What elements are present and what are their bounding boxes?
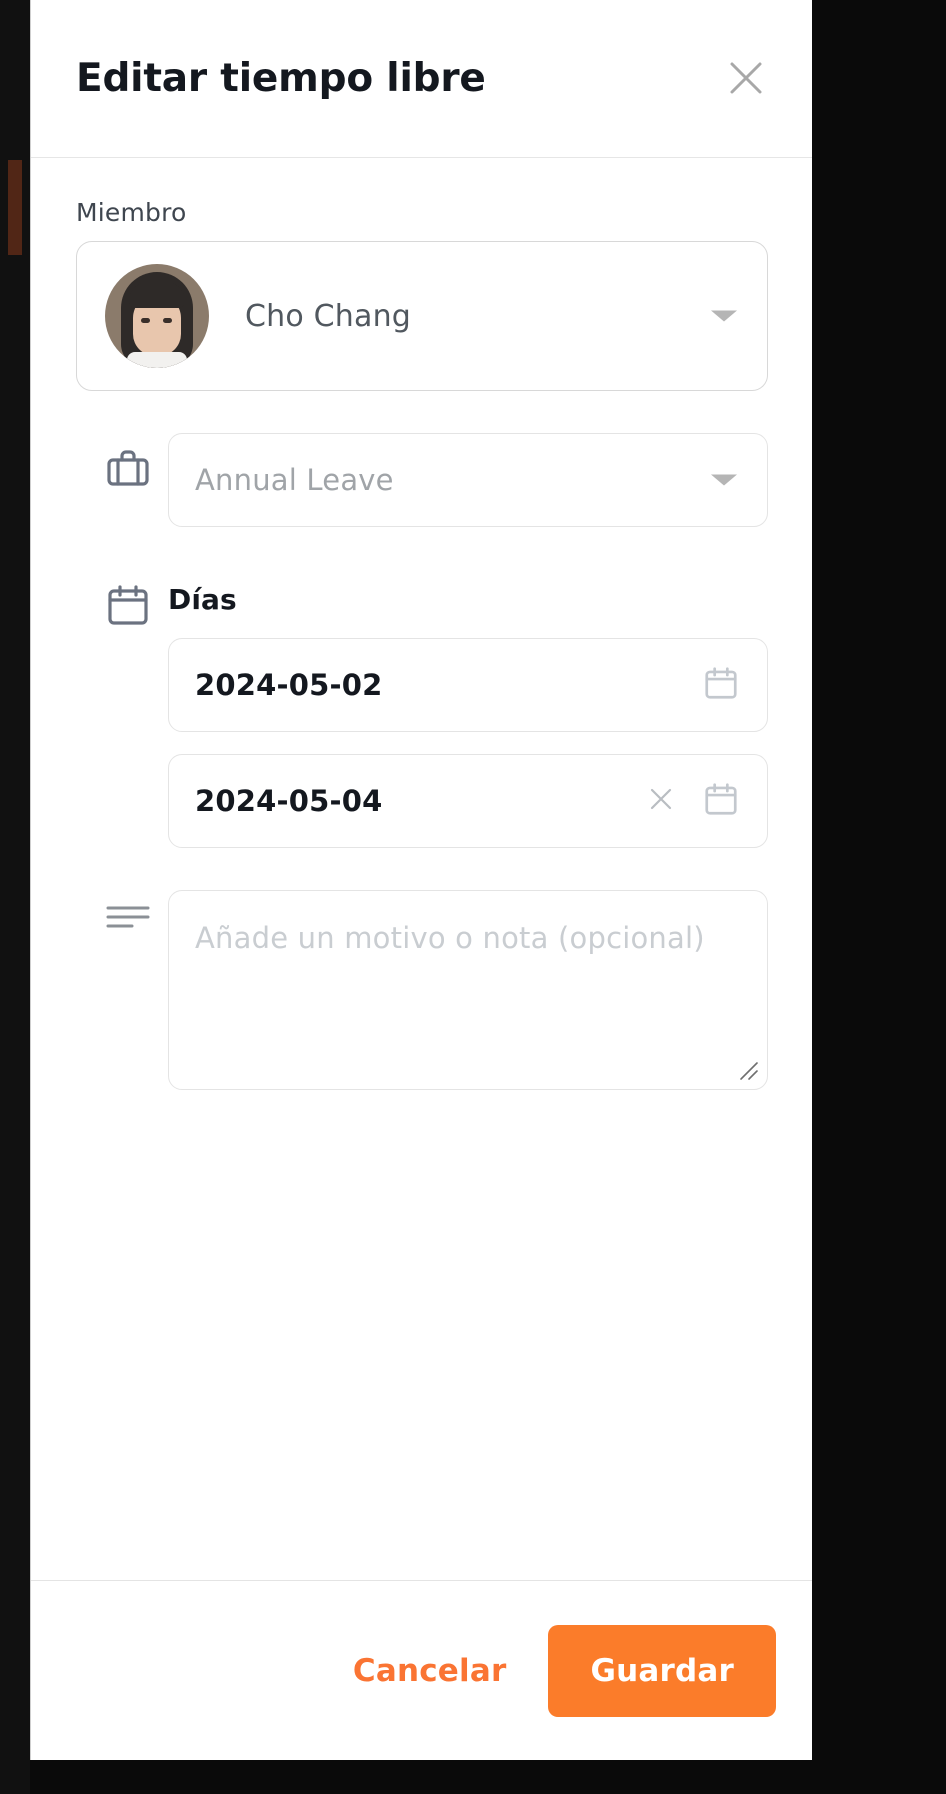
chevron-down-icon [711, 474, 737, 486]
calendar-picker-button-end[interactable] [699, 779, 743, 823]
date-input-end[interactable]: 2024-05-04 [168, 754, 768, 848]
close-icon [724, 56, 768, 100]
close-icon [645, 783, 677, 819]
calendar-icon [76, 569, 168, 629]
days-row: Días 2024-05-02 2024-05-04 [76, 569, 768, 848]
calendar-icon [702, 780, 740, 822]
avatar [105, 264, 209, 368]
leave-type-value: Annual Leave [195, 463, 394, 497]
date-value-end: 2024-05-04 [195, 784, 383, 818]
note-textarea[interactable]: Añade un motivo o nota (opcional) [168, 890, 768, 1090]
note-lines-icon [76, 890, 168, 932]
chevron-down-icon [711, 310, 737, 322]
member-select[interactable]: Cho Chang [76, 241, 768, 391]
calendar-icon [702, 664, 740, 706]
note-placeholder: Añade un motivo o nota (opcional) [195, 921, 705, 955]
resize-grip-icon[interactable] [738, 1060, 760, 1082]
member-name: Cho Chang [245, 298, 412, 334]
leave-type-select[interactable]: Annual Leave [168, 433, 768, 527]
close-button[interactable] [718, 50, 774, 106]
save-button[interactable]: Guardar [548, 1624, 776, 1717]
modal-header: Editar tiempo libre [31, 0, 812, 158]
calendar-picker-button-start[interactable] [699, 663, 743, 707]
leave-type-row: Annual Leave [76, 433, 768, 527]
clear-date-button-end[interactable] [639, 779, 683, 823]
date-value-start: 2024-05-02 [195, 668, 383, 702]
days-label: Días [168, 583, 237, 616]
modal-body: Miembro Cho Chang Annual Leave Días 2024… [31, 158, 812, 1580]
note-row: Añade un motivo o nota (opcional) [76, 890, 768, 1090]
edit-time-off-modal: Editar tiempo libre Miembro Cho Chang An… [30, 0, 812, 1760]
device-screen: Editar tiempo libre Miembro Cho Chang An… [0, 0, 946, 1794]
modal-footer: Cancelar Guardar [31, 1580, 812, 1760]
briefcase-icon [76, 433, 168, 493]
page-backdrop [0, 0, 30, 1794]
member-label: Miembro [76, 198, 187, 227]
date-input-start[interactable]: 2024-05-02 [168, 638, 768, 732]
cancel-button[interactable]: Cancelar [347, 1641, 513, 1701]
page-title: Editar tiempo libre [76, 56, 486, 101]
